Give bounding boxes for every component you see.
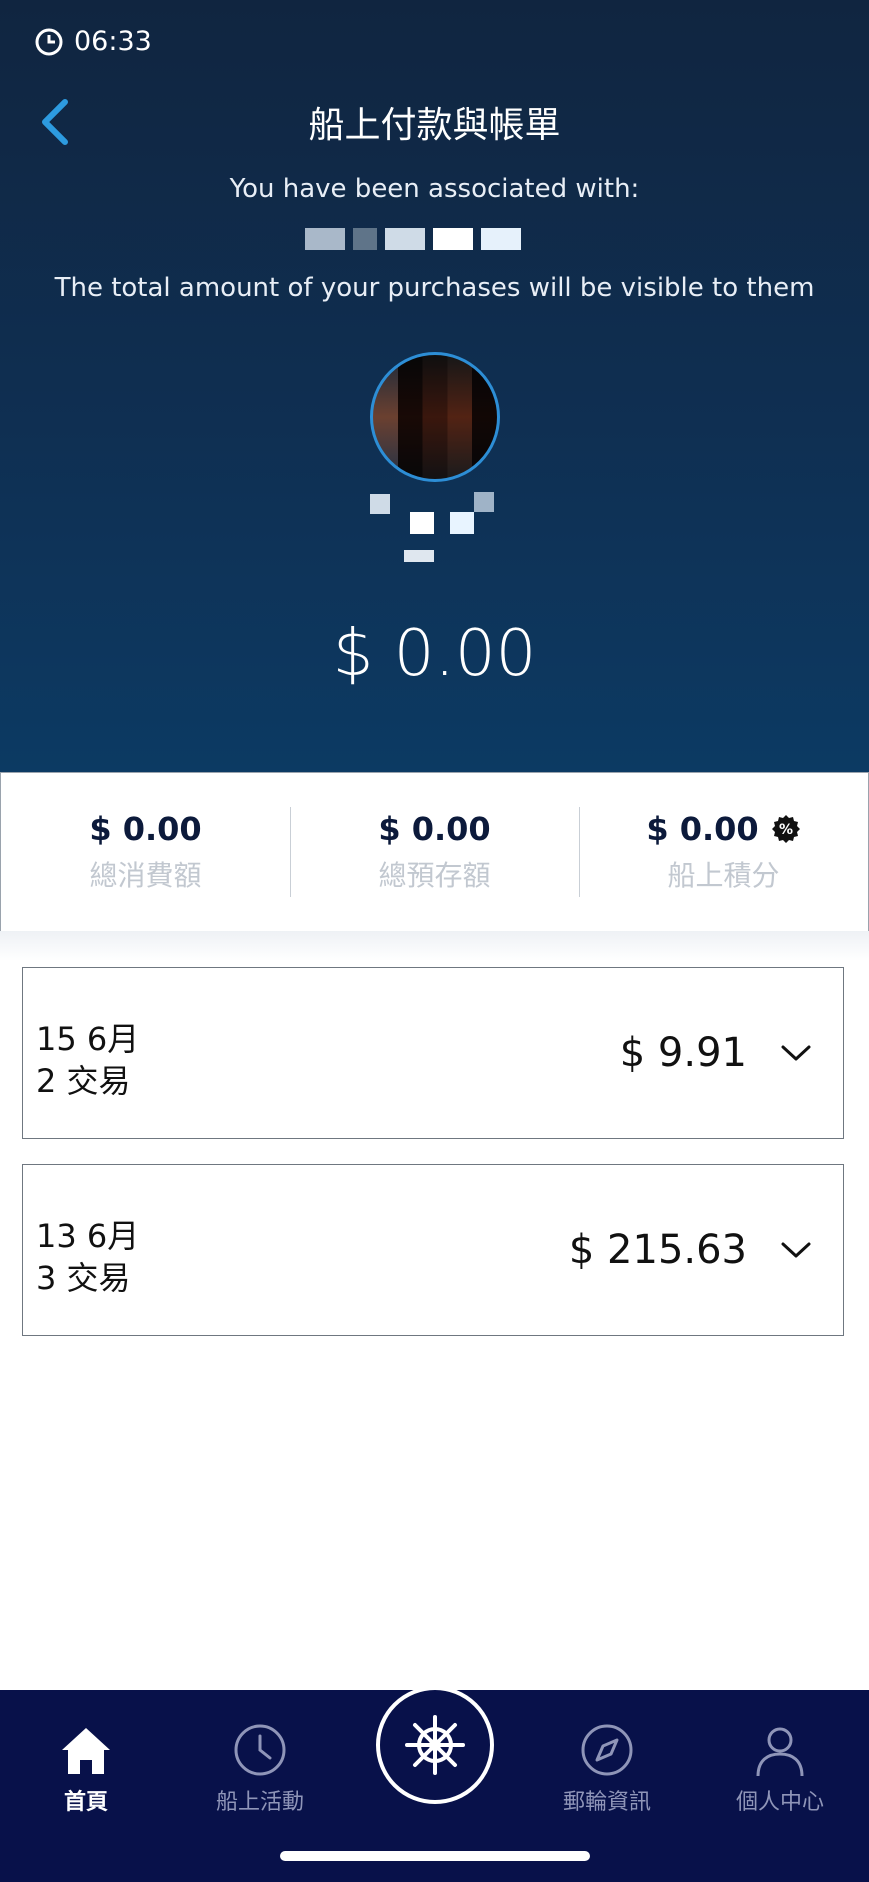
summary-value: $ 0.00 bbox=[378, 810, 491, 848]
helm-center-button[interactable] bbox=[376, 1686, 494, 1804]
clock-icon bbox=[234, 1724, 286, 1776]
summary-label: 總預存額 bbox=[378, 859, 491, 892]
summary-label: 總消費額 bbox=[89, 859, 202, 892]
associated-line: You have been associated with: bbox=[229, 174, 640, 204]
summary-value: $ 0.00 % bbox=[646, 810, 800, 848]
home-icon bbox=[62, 1728, 110, 1774]
associated-name-redacted bbox=[305, 228, 565, 254]
header: 06:33 船上付款與帳單 You have been associated w… bbox=[0, 0, 869, 772]
tab-home[interactable]: 首頁 bbox=[6, 1700, 166, 1820]
clock-icon bbox=[35, 28, 63, 55]
status-time: 06:33 bbox=[74, 26, 152, 57]
tab-cruise-info[interactable]: 郵輪資訊 bbox=[527, 1700, 687, 1820]
day-transaction-count: 2 交易 bbox=[36, 1062, 131, 1100]
home-indicator bbox=[280, 1851, 590, 1861]
ship-wheel-icon bbox=[405, 1715, 465, 1775]
user-icon bbox=[756, 1727, 804, 1777]
percent-badge-icon: % bbox=[771, 814, 801, 844]
summary-bar: $ 0.00 總消費額 $ 0.00 總預存額 $ 0.00 % 船上積分 bbox=[0, 772, 869, 932]
day-amount: $ 215.63 bbox=[568, 1227, 747, 1273]
summary-total-spend: $ 0.00 總消費額 bbox=[1, 773, 290, 931]
svg-text:%: % bbox=[779, 822, 793, 838]
tab-profile[interactable]: 個人中心 bbox=[700, 1700, 860, 1820]
visibility-note: The total amount of your purchases will … bbox=[54, 273, 815, 303]
compass-icon bbox=[581, 1724, 633, 1776]
day-date: 15 6月 bbox=[36, 1020, 140, 1058]
tab-label: 個人中心 bbox=[735, 1790, 824, 1815]
user-name-redacted bbox=[350, 488, 520, 568]
tab-label: 郵輪資訊 bbox=[562, 1790, 651, 1815]
tab-onboard-activities[interactable]: 船上活動 bbox=[180, 1700, 340, 1820]
summary-label: 船上積分 bbox=[667, 859, 780, 892]
summary-onboard-credit: $ 0.00 % 船上積分 bbox=[579, 773, 868, 931]
day-transaction-count: 3 交易 bbox=[36, 1259, 131, 1297]
tab-label: 船上活動 bbox=[215, 1790, 304, 1815]
summary-total-deposit: $ 0.00 總預存額 bbox=[290, 773, 579, 931]
day-date: 13 6月 bbox=[36, 1217, 140, 1255]
transaction-day-card[interactable]: 15 6月 2 交易 $ 9.91 bbox=[22, 967, 844, 1139]
summary-value: $ 0.00 bbox=[89, 810, 202, 848]
chevron-down-icon[interactable] bbox=[779, 1036, 813, 1070]
day-amount: $ 9.91 bbox=[619, 1030, 747, 1076]
transaction-day-card[interactable]: 13 6月 3 交易 $ 215.63 bbox=[22, 1164, 844, 1336]
tab-label: 首頁 bbox=[63, 1790, 108, 1815]
page-title: 船上付款與帳單 bbox=[308, 105, 561, 146]
section-shadow bbox=[0, 931, 869, 961]
status-bar: 06:33 bbox=[34, 26, 152, 57]
total-amount: $ 0.00 bbox=[332, 617, 537, 691]
avatar bbox=[370, 352, 500, 482]
chevron-down-icon[interactable] bbox=[779, 1233, 813, 1267]
